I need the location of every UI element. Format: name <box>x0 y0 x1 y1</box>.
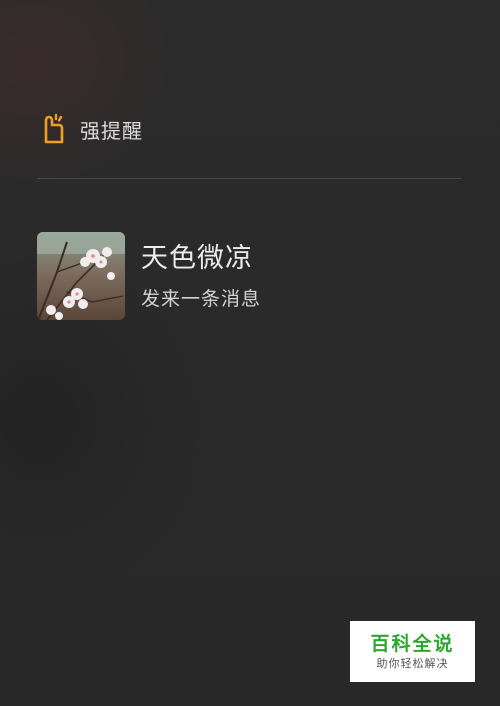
message-notification[interactable]: 天色微凉 发来一条消息 <box>37 232 461 324</box>
message-text: 天色微凉 发来一条消息 <box>141 232 261 312</box>
message-preview: 发来一条消息 <box>141 288 262 310</box>
divider <box>37 178 461 179</box>
avatar <box>37 232 125 320</box>
watermark-subtitle: 助你轻松解决 <box>376 656 449 670</box>
notification-screen: 强提醒 天色微凉 发来一条消息 百科全说 助你轻松解决 <box>0 0 500 706</box>
alert-title: 强提醒 <box>80 118 143 143</box>
hand-tap-icon <box>44 113 64 144</box>
watermark-title: 百科全说 <box>370 632 455 655</box>
alert-header: 强提醒 <box>40 112 143 146</box>
watermark-logo: 百科全说 助你轻松解决 <box>350 621 475 682</box>
sender-name: 天色微凉 <box>141 243 253 274</box>
